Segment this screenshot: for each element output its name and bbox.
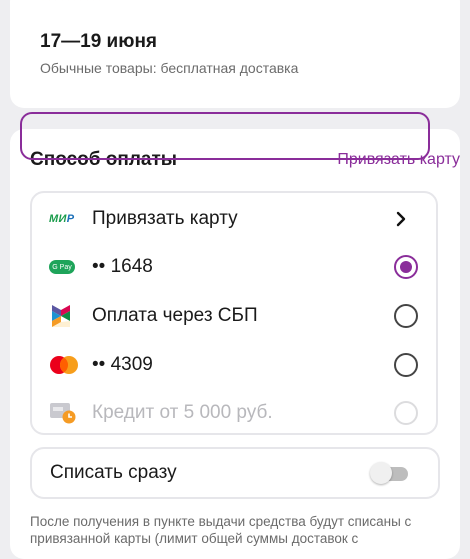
instant-charge-row[interactable]: Списать сразу [30, 447, 440, 499]
credit-icon [50, 403, 76, 424]
method-label: •• 4309 [92, 354, 153, 375]
payment-footer-note: После получения в пункте выдачи средства… [30, 514, 412, 546]
toggle-knob [370, 462, 392, 484]
instant-charge-label: Списать сразу [50, 462, 177, 483]
method-label: Оплата через СБП [92, 305, 258, 326]
radio-unselected[interactable] [394, 304, 418, 328]
google-pay-icon: G Pay [49, 260, 75, 274]
method-credit: Кредит от 5 000 руб. [32, 389, 436, 437]
selected-method-highlight [20, 112, 430, 160]
radio-unselected[interactable] [394, 353, 418, 377]
delivery-note: Обычные товары: бесплатная доставка [40, 60, 299, 76]
method-sbp[interactable]: Оплата через СБП [32, 292, 436, 340]
radio-selected[interactable] [394, 255, 418, 279]
method-label: •• 1648 [92, 256, 153, 277]
gpay-text: G Pay [52, 263, 72, 271]
chevron-right-icon [396, 211, 406, 227]
mir-card-icon: МИР [49, 213, 75, 225]
method-card-4309[interactable]: •• 4309 [32, 341, 436, 389]
method-gpay-1648[interactable]: G Pay •• 1648 [32, 243, 436, 291]
delivery-card: ★★★★★ 17—19 июня Обычные товары: бесплат… [10, 0, 460, 108]
instant-charge-toggle[interactable] [370, 462, 410, 484]
mastercard-icon [50, 356, 78, 374]
delivery-rating-stub: ★★★★★ [40, 0, 103, 2]
method-label: Кредит от 5 000 руб. [92, 402, 273, 423]
method-link-card[interactable]: МИР Привязать карту [32, 195, 436, 243]
payment-card: Способ оплаты Привязать карту МИР Привяз… [10, 129, 460, 559]
sbp-icon [52, 305, 70, 327]
radio-disabled [394, 401, 418, 425]
delivery-date: 17—19 июня [40, 31, 158, 52]
method-label: Привязать карту [92, 208, 238, 229]
payment-methods-list: МИР Привязать карту G Pay •• 1648 Оплата… [30, 191, 438, 435]
